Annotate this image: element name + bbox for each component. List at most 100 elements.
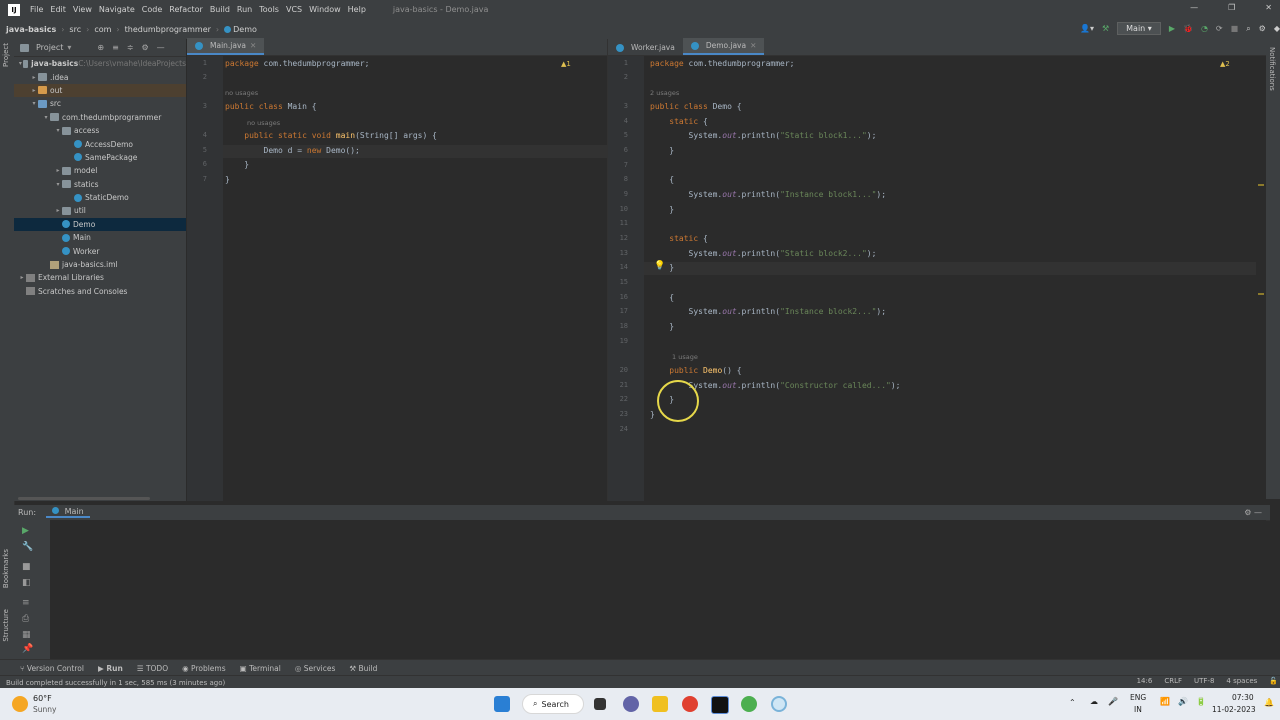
- panel-actions[interactable]: ⊕≡≑⚙—: [97, 43, 172, 52]
- chrome-profile-icon[interactable]: [741, 696, 757, 712]
- expand-arrow-icon[interactable]: ▸: [54, 207, 62, 214]
- code-line[interactable]: package com.thedumbprogrammer;: [225, 59, 370, 68]
- expand-arrow-icon[interactable]: ▸: [54, 167, 62, 174]
- tree-item[interactable]: ▾ access: [14, 124, 186, 137]
- code-line[interactable]: System.out.println("Instance block2...")…: [650, 307, 887, 316]
- mic-icon[interactable]: 🎤: [1108, 697, 1118, 706]
- run-config-select[interactable]: Main ▾: [1117, 22, 1161, 35]
- close-icon[interactable]: ✕: [750, 41, 756, 50]
- code-line[interactable]: public class Main {: [225, 102, 317, 111]
- weather-desc[interactable]: Sunny: [33, 705, 56, 714]
- usage-hint[interactable]: no usages: [247, 119, 280, 127]
- notification-bell-icon[interactable]: 🔔: [1264, 698, 1274, 707]
- menu-window[interactable]: Window: [309, 5, 341, 14]
- tree-item[interactable]: ▸ out: [14, 83, 186, 98]
- tree-item[interactable]: ▸ util: [14, 204, 186, 217]
- task-view-icon[interactable]: [594, 698, 606, 710]
- tool-tab-version-control[interactable]: ⑂ Version Control: [20, 664, 84, 673]
- code-line[interactable]: static {: [650, 117, 708, 126]
- expand-arrow-icon[interactable]: ▾: [54, 127, 62, 134]
- clock-time[interactable]: 07:30: [1232, 693, 1254, 702]
- run-icon[interactable]: ▶: [1169, 24, 1175, 33]
- code-line[interactable]: }: [650, 146, 674, 155]
- tree-item[interactable]: Main: [14, 231, 186, 244]
- tree-item[interactable]: java-basics.iml: [14, 258, 186, 271]
- user-icon[interactable]: 👤▾: [1080, 24, 1094, 33]
- warning-indicator[interactable]: ▲2: [1220, 60, 1230, 68]
- code-line[interactable]: Demo d = new Demo();: [225, 146, 360, 155]
- caret-position[interactable]: 14:6: [1137, 677, 1153, 685]
- chrome-icon[interactable]: [682, 696, 698, 712]
- menu-vcs[interactable]: VCS: [286, 5, 302, 14]
- file-explorer-icon[interactable]: [652, 696, 668, 712]
- breadcrumb-class[interactable]: Demo: [233, 25, 257, 34]
- chevron-up-icon[interactable]: ⌃: [1069, 698, 1076, 707]
- expand-arrow-icon[interactable]: ▾: [30, 100, 38, 107]
- run-tab-main[interactable]: Main: [46, 507, 90, 518]
- menu-view[interactable]: View: [73, 5, 92, 14]
- tree-item[interactable]: ▸ External Libraries: [14, 271, 186, 284]
- camera-icon[interactable]: ◧: [22, 578, 31, 588]
- menu-edit[interactable]: Edit: [50, 5, 66, 14]
- expand-arrow-icon[interactable]: ▸: [30, 74, 38, 81]
- code-line[interactable]: public class Demo {: [650, 102, 742, 111]
- tool-tab-services[interactable]: ◎ Services: [295, 664, 336, 673]
- tree-item[interactable]: Scratches and Consoles: [14, 285, 186, 298]
- chevron-down-icon[interactable]: ▾: [67, 43, 71, 52]
- expand-arrow-icon[interactable]: ▾: [54, 181, 62, 188]
- code-line[interactable]: System.out.println("Static block2...");: [650, 249, 877, 258]
- jetbrains-icon[interactable]: ◆: [1274, 24, 1280, 33]
- build-status-message[interactable]: Build completed successfully in 1 sec, 5…: [6, 679, 225, 687]
- soft-wrap-icon[interactable]: ≡: [22, 598, 30, 608]
- code-line[interactable]: System.out.println("Static block1...");: [650, 131, 877, 140]
- weather-temp[interactable]: 60°F: [33, 694, 52, 703]
- tree-item[interactable]: ▾ statics: [14, 178, 186, 191]
- tab-demo-java[interactable]: Demo.java ✕: [682, 38, 765, 55]
- debug-icon[interactable]: 🐞: [1183, 24, 1193, 33]
- usage-hint[interactable]: 1 usage: [672, 353, 698, 361]
- windows-start-icon[interactable]: [494, 696, 510, 712]
- search-everywhere-icon[interactable]: ⌕: [1246, 24, 1250, 34]
- project-view-select[interactable]: Project: [36, 43, 63, 52]
- project-tree[interactable]: ▾ java-basics C:\Users\vmahe\IdeaProjects…: [14, 57, 186, 298]
- menu-navigate[interactable]: Navigate: [99, 5, 135, 14]
- menu-build[interactable]: Build: [210, 5, 230, 14]
- print-icon[interactable]: ⎙: [22, 614, 29, 624]
- tree-item[interactable]: ▾ com.thedumbprogrammer: [14, 111, 186, 124]
- usage-hint[interactable]: no usages: [225, 89, 258, 97]
- code-line[interactable]: public Demo() {: [650, 366, 741, 375]
- code-line[interactable]: static {: [650, 234, 708, 243]
- bookmarks-tool-button[interactable]: Bookmarks: [2, 549, 10, 588]
- breadcrumb-src[interactable]: src: [69, 25, 81, 34]
- file-encoding[interactable]: UTF-8: [1194, 677, 1214, 685]
- stop-icon[interactable]: ■: [22, 562, 31, 572]
- structure-tool-button[interactable]: Structure: [2, 609, 10, 642]
- close-icon[interactable]: ✕: [250, 41, 256, 50]
- tool-tab-terminal[interactable]: ▣ Terminal: [240, 664, 281, 673]
- wrench-icon[interactable]: 🔧: [22, 542, 33, 552]
- warning-indicator[interactable]: ▲1: [561, 60, 571, 68]
- taskbar-search[interactable]: ⌕ Search: [522, 694, 584, 714]
- breadcrumb-project[interactable]: java-basics: [6, 25, 56, 34]
- tool-tab-run[interactable]: ▶ Run: [98, 664, 123, 673]
- code-line[interactable]: package com.thedumbprogrammer;: [650, 59, 795, 68]
- input-region[interactable]: IN: [1134, 705, 1142, 714]
- tree-item[interactable]: ▾ java-basics C:\Users\vmahe\IdeaProjects: [14, 57, 186, 70]
- code-line[interactable]: System.out.println("Instance block1...")…: [650, 190, 887, 199]
- menu-code[interactable]: Code: [142, 5, 162, 14]
- tool-tab-todo[interactable]: ☰ TODO: [137, 664, 168, 673]
- code-line[interactable]: {: [650, 293, 674, 302]
- intellij-taskbar-icon[interactable]: [711, 696, 729, 714]
- tool-tab-problems[interactable]: ◉ Problems: [182, 664, 226, 673]
- editor-demo-java[interactable]: Worker.java Demo.java ✕ 1 2 3 4 5 6 7 8 9 10 11 12 1…: [608, 38, 1266, 501]
- settings-icon[interactable]: ⚙: [1259, 24, 1266, 33]
- chat-icon[interactable]: [623, 696, 639, 712]
- breadcrumb-package[interactable]: thedumbprogrammer: [125, 25, 211, 34]
- indent-setting[interactable]: 4 spaces: [1226, 677, 1257, 685]
- code-line[interactable]: }: [650, 410, 655, 419]
- run-panel-actions[interactable]: ⚙ —: [1244, 508, 1262, 517]
- build-hammer-icon[interactable]: ⚒: [1102, 24, 1109, 33]
- menu-help[interactable]: Help: [348, 5, 366, 14]
- code-line[interactable]: }: [650, 205, 674, 214]
- wifi-icon[interactable]: 📶: [1160, 697, 1170, 706]
